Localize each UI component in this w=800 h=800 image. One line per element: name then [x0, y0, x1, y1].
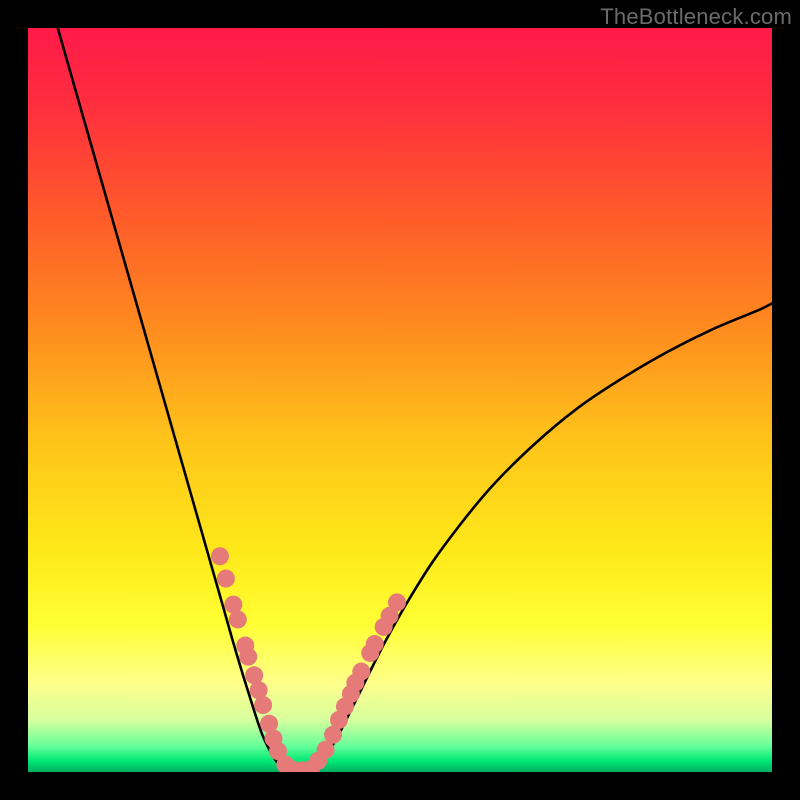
plot-area	[28, 28, 772, 772]
highlight-dot	[229, 610, 247, 628]
chart-svg	[28, 28, 772, 772]
watermark-text: TheBottleneck.com	[600, 4, 792, 30]
gradient-background	[28, 28, 772, 772]
highlight-dot	[254, 696, 272, 714]
highlight-dot	[217, 570, 235, 588]
highlight-dot	[366, 635, 384, 653]
chart-frame: TheBottleneck.com	[0, 0, 800, 800]
highlight-dot	[352, 663, 370, 681]
highlight-dot	[211, 547, 229, 565]
highlight-dot	[388, 593, 406, 611]
highlight-dot	[239, 648, 257, 666]
